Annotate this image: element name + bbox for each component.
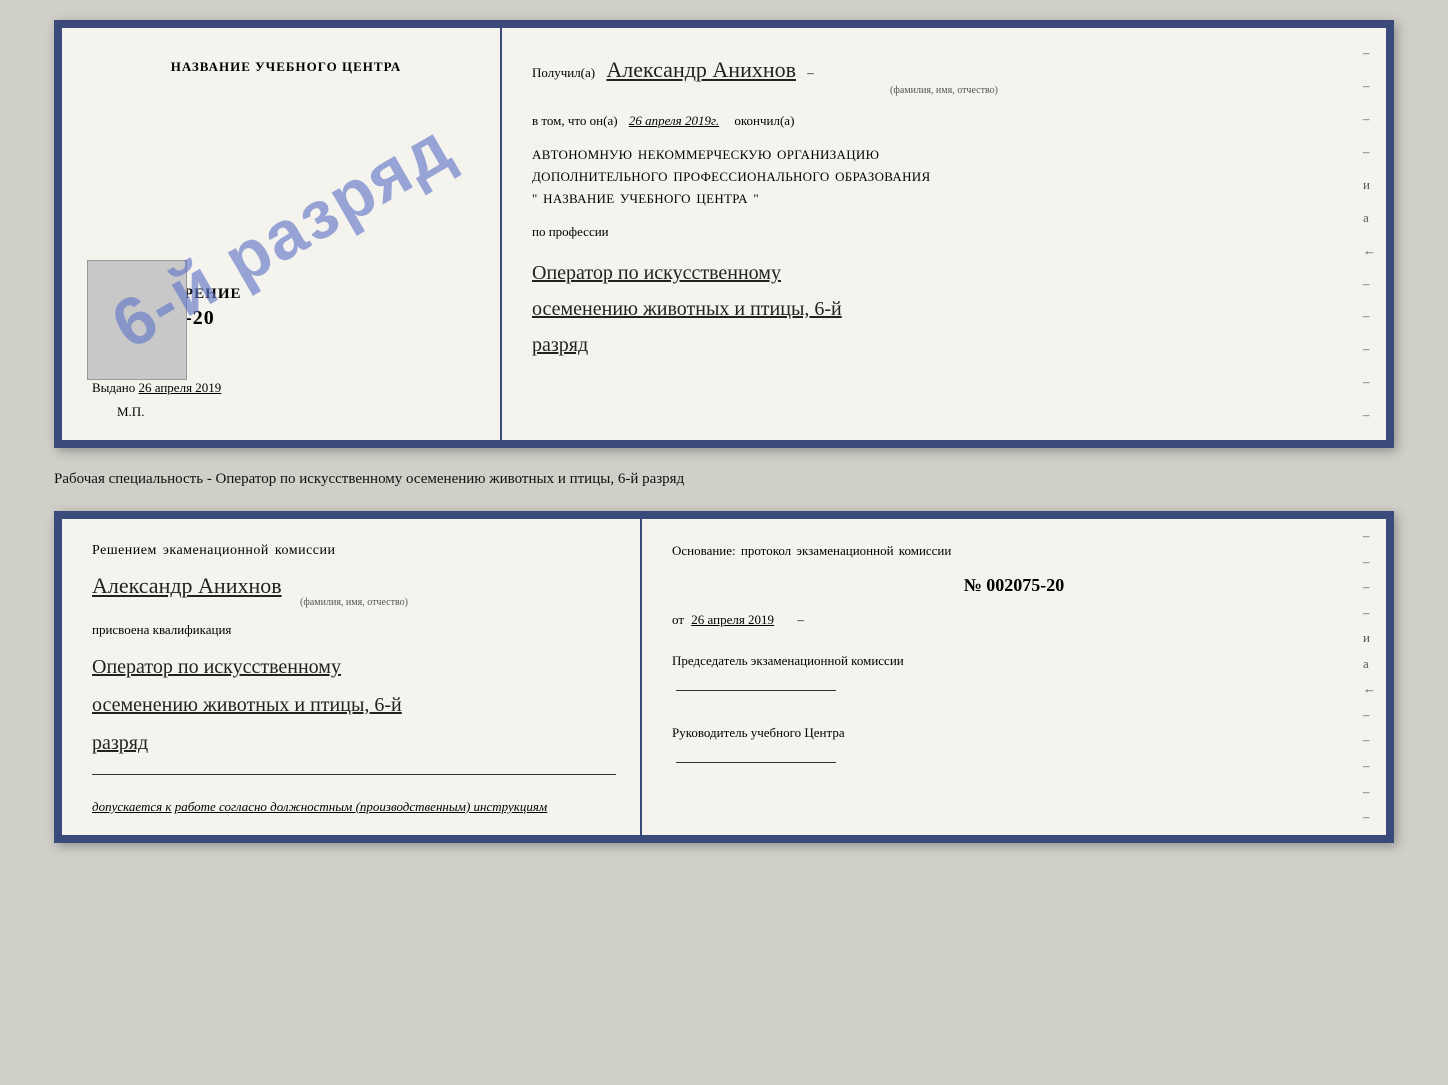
profession-line3: разряд [532,327,1356,363]
bottom-title: Решением экаменационной комиссии [92,543,616,559]
chairman-title: Председатель экзаменационной комиссии [672,648,1356,674]
top-document: НАЗВАНИЕ УЧЕБНОГО ЦЕНТРА 6-й разряд УДОС… [54,20,1394,448]
bottom-document: Решением экаменационной комиссии Алексан… [54,511,1394,843]
center-title: НАЗВАНИЕ УЧЕБНОГО ЦЕНТРА [92,58,480,76]
assigned-label: присвоена квалификация [92,622,616,638]
head-sig-line [676,762,836,763]
allowed-value: работе согласно должностным (производств… [175,799,547,814]
subtitle-bar: Рабочая специальность - Оператор по иску… [54,464,1394,495]
qual-line3: разряд [92,724,616,762]
bottom-person-row: Александр Анихнов (фамилия, имя, отчеств… [92,569,616,608]
photo-placeholder [87,260,187,380]
org-line2: ДОПОЛНИТЕЛЬНОГО ПРОФЕССИОНАЛЬНОГО ОБРАЗО… [532,166,1356,188]
profession-label-row: по профессии [532,222,1356,243]
mp-line: М.П. [92,404,480,420]
person-name-sub-top: (фамилия, имя, отчество) [532,83,1356,99]
bottom-right-panel: Основание: протокол экзаменационной коми… [642,519,1386,835]
profession-label: по профессии [532,224,609,239]
protocol-number: № 002075-20 [672,575,1356,596]
protocol-date: от 26 апреля 2019 – [672,612,1356,628]
person-name-top: Александр Анихнов [606,57,796,82]
head-section: Руководитель учебного Центра [672,720,1356,772]
finished-label: окончил(а) [734,113,794,128]
dash-right: – [797,612,804,627]
basis-label: Основание: протокол экзаменационной коми… [672,543,1356,559]
doc-left-panel: НАЗВАНИЕ УЧЕБНОГО ЦЕНТРА 6-й разряд УДОС… [62,28,502,440]
received-row: Получил(а) Александр Анихнов – (фамилия,… [532,52,1356,99]
doc-right-panel: Получил(а) Александр Анихнов – (фамилия,… [502,28,1386,440]
issued-date: 26 апреля 2019 [139,380,222,395]
subtitle-text: Рабочая специальность - Оператор по иску… [54,471,684,487]
profession-line1: Оператор по искусственному [532,255,1356,291]
qual-line2: осеменению животных и птицы, 6-й [92,686,616,724]
protocol-date-value: 26 апреля 2019 [691,612,774,627]
org-line3: " НАЗВАНИЕ УЧЕБНОГО ЦЕНТРА " [532,188,1356,210]
date-prefix: от [672,612,684,627]
received-label: Получил(а) [532,65,595,80]
allowed-text: допускается к работе согласно должностны… [92,799,616,815]
org-block: АВТОНОМНУЮ НЕКОММЕРЧЕСКУЮ ОРГАНИЗАЦИЮ ДО… [532,144,1356,210]
profession-line2: осеменению животных и птицы, 6-й [532,291,1356,327]
org-line1: АВТОНОМНУЮ НЕКОММЕРЧЕСКУЮ ОРГАНИЗАЦИЮ [532,144,1356,166]
allowed-label: допускается к [92,799,172,814]
bottom-side-dashes: –––– иа← ––––– [1363,519,1376,835]
head-title: Руководитель учебного Центра [672,720,1356,746]
dash-separator: – [807,65,814,80]
qualification-value: Оператор по искусственному осеменению жи… [92,648,616,762]
bottom-person-name: Александр Анихнов [92,573,616,599]
chairman-section: Председатель экзаменационной комиссии [672,648,1356,700]
date-label: в том, что он(а) [532,113,618,128]
qual-line1: Оператор по искусственному [92,648,616,686]
issued-label: Выдано [92,380,135,395]
bottom-left-panel: Решением экаменационной комиссии Алексан… [62,519,642,835]
date-row: в том, что он(а) 26 апреля 2019г. окончи… [532,111,1356,132]
chairman-sig-line [676,690,836,691]
profession-value: Оператор по искусственному осеменению жи… [532,255,1356,363]
side-dashes: –––– иа← ––––– [1363,28,1376,440]
date-value: 26 апреля 2019г. [629,113,719,128]
